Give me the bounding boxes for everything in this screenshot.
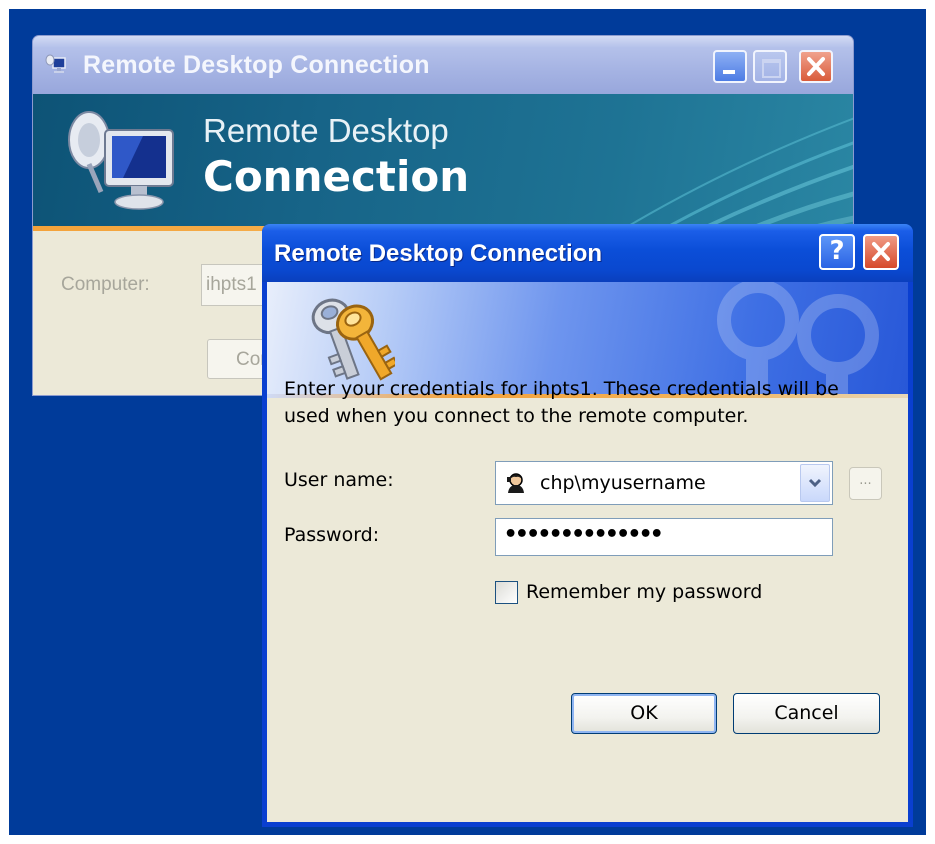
keys-icon <box>311 298 395 381</box>
remember-password-label[interactable]: Remember my password <box>526 581 762 603</box>
help-icon: ? <box>829 236 845 266</box>
ok-button[interactable]: OK <box>571 693 717 734</box>
browse-credentials-button: ... <box>849 467 882 500</box>
close-icon <box>807 57 825 76</box>
credentials-message: Enter your credentials for ihpts1. These… <box>284 378 839 427</box>
rdc-banner: Remote Desktop Connection <box>33 94 853 226</box>
password-field[interactable]: •••••••••••••• <box>495 518 833 556</box>
user-icon <box>507 473 524 493</box>
credentials-dialog: Remote Desktop Connection ? Enter your c… <box>262 224 913 827</box>
close-icon <box>872 242 890 261</box>
background-window-title: Remote Desktop Connection <box>83 51 430 79</box>
remote-desktop-icon <box>45 54 66 73</box>
help-button[interactable]: ? <box>819 234 855 270</box>
password-label: Password: <box>284 524 380 546</box>
background-close-button[interactable] <box>799 50 833 83</box>
cancel-button[interactable]: Cancel <box>733 693 880 734</box>
username-value: chp\myusername <box>540 472 706 494</box>
remember-password-checkbox[interactable] <box>495 581 518 604</box>
username-dropdown-button[interactable] <box>800 464 830 502</box>
banner-title-line2: Connection <box>203 152 470 201</box>
computer-label: Computer: <box>61 274 150 295</box>
chevron-down-icon <box>808 478 822 488</box>
dialog-titlebar[interactable]: Remote Desktop Connection ? <box>262 224 913 282</box>
swoosh-graphic <box>626 117 853 226</box>
banner-title-line1: Remote Desktop <box>203 112 449 149</box>
username-combobox[interactable]: chp\myusername <box>495 461 833 505</box>
maximize-button <box>753 50 787 83</box>
minimize-button[interactable] <box>713 50 747 83</box>
background-window-titlebar[interactable]: Remote Desktop Connection <box>33 36 853 94</box>
dialog-close-button[interactable] <box>863 234 899 270</box>
dialog-title: Remote Desktop Connection <box>274 240 603 267</box>
monitor-icon <box>68 111 174 210</box>
username-label: User name: <box>284 469 394 491</box>
